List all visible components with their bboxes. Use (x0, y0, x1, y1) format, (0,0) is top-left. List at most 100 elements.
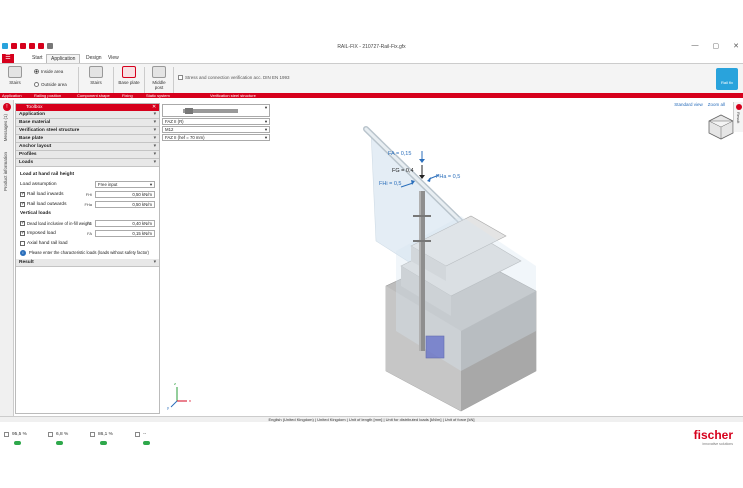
imposed-load-checkbox[interactable] (20, 230, 25, 236)
anchor-selection-combos: FAZ II (R) M12 FAZ II (hef = 70 mm) (162, 104, 270, 142)
load-assumption-select[interactable]: Free input (95, 180, 155, 188)
section-base-material[interactable]: Base material (16, 119, 159, 127)
loads-info-text: Please enter the characteristic loads (l… (29, 250, 149, 255)
axis-label-y: y (167, 405, 169, 410)
ribbon-divider (78, 67, 79, 93)
anchor-bolt-icon (183, 108, 238, 114)
ribbon-divider (113, 67, 114, 93)
toolbox-close-icon[interactable]: ✕ (152, 104, 156, 111)
rail-inwards-checkbox[interactable] (20, 191, 25, 197)
imposed-load-row: Imposed load FA 0,15 kN/m (20, 228, 155, 238)
anchor-size-select[interactable]: M12 (162, 126, 270, 133)
status-ok-icon (143, 441, 150, 445)
inside-area-radio[interactable]: Inside area (34, 69, 63, 74)
load-hand-rail-title: Load at hand rail height (20, 172, 75, 177)
metric-3-icon (90, 432, 95, 437)
standard-view-link[interactable]: Standard view (674, 102, 703, 107)
tab-design[interactable]: Design (82, 54, 106, 63)
group-label: Verification steel structure (210, 93, 256, 98)
view-links: Standard view Zoom all (674, 102, 725, 107)
messages-tab[interactable]: Messages (1) (3, 114, 8, 141)
metric-3[interactable]: 86,1 % (90, 432, 113, 445)
maximize-button[interactable]: ▢ (713, 42, 720, 50)
anchor-type-select[interactable]: FAZ II (R) (162, 118, 270, 125)
stairs-application-button[interactable]: Stairs (5, 66, 25, 85)
axial-load-checkbox[interactable] (20, 240, 25, 246)
group-label: Application (2, 93, 22, 98)
left-side-tabs: ! Messages (1) Product information (0, 100, 14, 416)
info-icon: i (20, 249, 26, 256)
base-plate-button[interactable]: Base plate (118, 66, 140, 85)
minimize-button[interactable]: — (692, 42, 699, 50)
force-label-fg: FG = 0,4 (392, 168, 414, 174)
rail-outwards-input[interactable]: 0,50 kN/m (95, 200, 155, 208)
metric-1-icon (4, 432, 9, 437)
group-label: Railing position (34, 93, 62, 98)
title-bar: RAIL-FIX - 210727-Rail-Fix.gfx — ▢ ✕ (0, 40, 743, 54)
load-assumption-label: Load assumption (20, 181, 57, 187)
dead-load-checkbox[interactable] (20, 220, 25, 226)
group-label: Component shape (77, 93, 110, 98)
product-information-tab[interactable]: Product information (3, 152, 8, 191)
load-assumption-row: Load assumption Free input (20, 179, 155, 189)
rail-fix-button[interactable]: Rail fix (716, 68, 738, 90)
dead-load-input[interactable]: 0,40 kN/m (95, 219, 155, 227)
stairs-shape-button[interactable]: Stairs (86, 66, 106, 85)
result-warning-icon (735, 104, 742, 110)
section-loads[interactable]: Loads (16, 159, 159, 167)
fischer-logo: fischer innovative solutions (693, 428, 733, 446)
middle-post-icon (152, 66, 166, 78)
force-label-fhi: FHi = 0,5 (379, 181, 402, 187)
outside-area-radio[interactable]: Outside area (34, 82, 67, 87)
status-ok-icon (56, 441, 63, 445)
file-menu-button[interactable]: ☰ (2, 54, 14, 63)
section-result[interactable]: Result (16, 259, 159, 267)
rail-inwards-row: Rail load inwards FHi 0,50 kN/m (20, 189, 155, 199)
ribbon-divider (144, 67, 145, 93)
section-anchor-layout[interactable]: Anchor layout (16, 143, 159, 151)
metric-2[interactable]: 6,8 % (48, 432, 68, 445)
tab-start[interactable]: Start (28, 54, 47, 63)
imposed-load-symbol: FA (87, 230, 92, 236)
zoom-all-link[interactable]: Zoom all (708, 102, 725, 107)
axial-load-label: Axial hand rail load (27, 240, 68, 246)
railing-3d-model (170, 114, 734, 412)
section-profiles[interactable]: Profiles (16, 151, 159, 159)
ribbon-divider (173, 67, 174, 93)
base-plate-icon (122, 66, 136, 78)
imposed-load-input[interactable]: 0,15 kN/m (95, 229, 155, 237)
stairs-shape-icon (89, 66, 103, 78)
close-button[interactable]: ✕ (733, 42, 739, 50)
vertical-loads-title: Vertical loads (20, 211, 51, 216)
metric-1[interactable]: 95,5 % (4, 432, 27, 445)
rail-inwards-input[interactable]: 0,50 kN/m (95, 190, 155, 198)
status-ok-icon (100, 441, 107, 445)
loads-section-body: Load at hand rail height Load assumption… (16, 167, 159, 259)
section-verification-steel-structure[interactable]: Verification steel structure (16, 127, 159, 135)
right-side-tab[interactable]: Result (733, 102, 743, 132)
warning-icon: ! (3, 103, 11, 111)
force-label-fa: FA = 0,15 (388, 151, 412, 157)
section-base-plate[interactable]: Base plate (16, 135, 159, 143)
imposed-load-label: Imposed load (27, 230, 56, 236)
window-title: RAIL-FIX - 210727-Rail-Fix.gfx (337, 44, 406, 50)
rail-outwards-checkbox[interactable] (20, 201, 25, 207)
anchor-image-select[interactable] (162, 104, 270, 117)
tab-view[interactable]: View (104, 54, 123, 63)
section-application[interactable]: Application (16, 111, 159, 119)
stress-verification-checkbox[interactable]: Stress and connection verification acc. … (178, 75, 290, 80)
bottom-summary: 95,5 % 6,8 % 86,1 % -- fischer innovativ… (0, 424, 743, 452)
result-tab-label: Result (736, 112, 741, 124)
status-bar: English (United Kingdom) | United Kingdo… (0, 416, 743, 422)
axis-label-z: z (174, 381, 176, 386)
anchor-embedment-select[interactable]: FAZ II (hef = 70 mm) (162, 134, 270, 141)
middle-post-button[interactable]: Middle post (148, 66, 170, 90)
axial-load-row: Axial hand rail load (20, 238, 155, 248)
status-ok-icon (14, 441, 21, 445)
stairs-icon (8, 66, 22, 78)
ribbon: Stairs Inside area Outside area Stairs B… (0, 63, 743, 93)
rail-outwards-row: Rail load outwards FHa 0,50 kN/m (20, 199, 155, 209)
tab-application[interactable]: Application (46, 54, 81, 63)
metric-4[interactable]: -- (135, 432, 150, 445)
3d-viewport[interactable]: FA = 0,15 FG = 0,4 FHa = 0,5 FHi = 0,5 z… (161, 101, 741, 416)
